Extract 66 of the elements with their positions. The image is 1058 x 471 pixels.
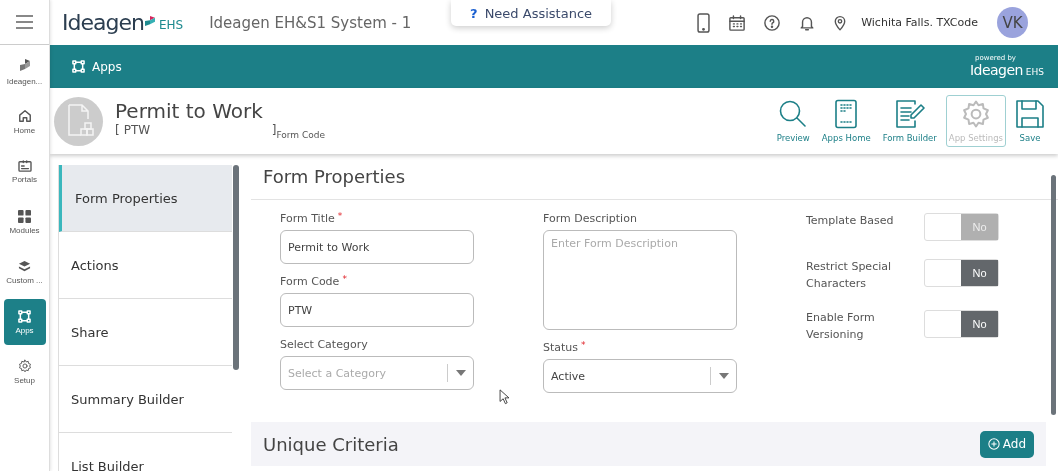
textarea-field[interactable]: Enter Form Description <box>543 230 737 330</box>
apps-icon <box>18 309 31 323</box>
form-code-caption: Form Code <box>276 130 325 140</box>
section-title: Unique Criteria <box>263 433 399 455</box>
scrollbar-thumb[interactable] <box>1051 175 1056 415</box>
mobile-phone-icon[interactable] <box>697 12 711 33</box>
menu-icon[interactable] <box>0 0 49 45</box>
nav-item[interactable]: Modules <box>3 199 46 245</box>
gear-icon <box>960 99 991 129</box>
help-icon[interactable] <box>764 14 781 31</box>
tablet-icon <box>834 99 859 129</box>
location-pin-icon[interactable] <box>834 14 847 31</box>
system-title: Ideagen EH&S1 System - 1 <box>209 13 412 32</box>
gear-icon <box>17 359 32 373</box>
toggle-label: Restrict Special Characters <box>806 259 893 292</box>
field-label: Form Description <box>543 212 637 225</box>
text-input-field[interactable]: PTW <box>280 293 474 327</box>
caret-down-icon <box>719 373 729 379</box>
select-dropdown[interactable]: Active <box>543 359 737 393</box>
nav-item[interactable]: Portals <box>3 149 46 195</box>
scrollbar-thumb[interactable] <box>233 165 239 370</box>
nav-item[interactable]: Home <box>3 99 46 145</box>
user-avatar[interactable]: VK <box>997 7 1028 38</box>
apps-icon <box>72 60 85 73</box>
plus-circle-icon <box>987 438 1000 450</box>
toolbar-button[interactable]: Preview <box>773 95 813 147</box>
required-marker: * <box>581 341 586 350</box>
home-icon <box>17 109 32 123</box>
grid-icon <box>18 209 31 223</box>
required-marker: * <box>337 212 343 221</box>
nav-item[interactable]: Ideagen... <box>3 49 46 95</box>
calendar-icon[interactable] <box>729 14 746 31</box>
id-card-icon <box>17 160 32 172</box>
field-label: Status <box>543 341 579 354</box>
add-button[interactable]: Add <box>979 430 1034 458</box>
search-icon <box>778 99 809 129</box>
field-label: Form Title <box>280 212 335 225</box>
toolbar-button[interactable]: Save <box>1012 95 1048 147</box>
save-icon <box>1015 99 1045 129</box>
nav-item[interactable]: Setup <box>3 349 46 395</box>
ideagen-ehs-logo: Ideagen EHS <box>62 10 184 35</box>
nav-item[interactable]: Custom ... <box>3 249 46 295</box>
toggle-label: Template Based <box>806 213 894 229</box>
nav-item[interactable]: Apps <box>3 299 46 345</box>
caret-down-icon <box>456 370 466 376</box>
location-text[interactable]: Wichita Falls. TXCode <box>861 16 978 29</box>
toggle-switch[interactable]: No <box>924 310 999 338</box>
toggle-label: Enable Form Versioning <box>806 310 876 343</box>
layers-icon <box>18 259 31 273</box>
bracket: [ <box>115 123 120 137</box>
document-pencil-icon <box>894 99 925 129</box>
toolbar-button[interactable]: Form Builder <box>879 95 940 147</box>
apps-breadcrumb[interactable]: Apps <box>92 59 122 74</box>
text-input-field[interactable]: Permit to Work <box>280 230 474 264</box>
required-marker: * <box>342 275 347 284</box>
form-title: Permit to Work <box>115 99 264 123</box>
toolbar-button[interactable]: Apps Home <box>818 95 874 147</box>
bell-icon[interactable] <box>799 14 816 31</box>
form-avatar-icon <box>54 96 103 146</box>
form-code: PTW <box>123 123 152 137</box>
need-assistance-button[interactable]: ? Need Assistance <box>451 0 611 26</box>
bracket: ] <box>271 123 277 137</box>
toggle-switch[interactable]: No <box>924 259 999 287</box>
field-label: Form Code <box>280 275 340 288</box>
field-label: Select Category <box>280 338 368 351</box>
tab[interactable]: Form Properties <box>59 165 232 232</box>
